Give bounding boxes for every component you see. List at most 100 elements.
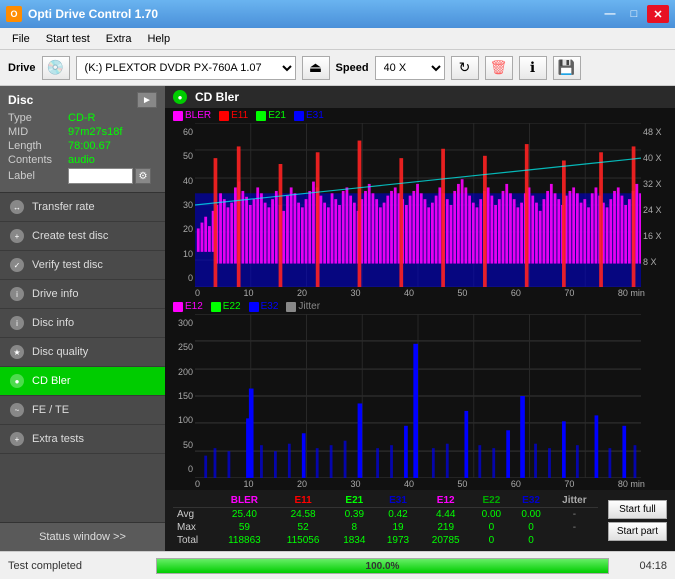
legend-e32-label: E32: [261, 301, 279, 312]
sidebar-item-label: CD Bler: [32, 375, 71, 387]
sidebar-item-label: Disc quality: [32, 346, 88, 358]
label-gear-btn[interactable]: ⚙: [135, 168, 151, 184]
save-button[interactable]: 💾: [553, 56, 581, 80]
col-e31: E31: [376, 494, 420, 508]
disc-contents-row: Contents audio: [8, 154, 157, 166]
menu-start-test[interactable]: Start test: [38, 31, 98, 47]
max-bler: 59: [215, 521, 274, 534]
title-bar: O Opti Drive Control 1.70 — □ ✕: [0, 0, 675, 28]
chart-header: ● CD Bler: [165, 86, 675, 108]
sidebar-item-label: Create test disc: [32, 230, 108, 242]
total-jitter: [551, 534, 598, 547]
progress-bar-container: 100.0%: [156, 558, 609, 574]
disc-contents-value: audio: [68, 154, 95, 166]
elapsed-time: 04:18: [617, 560, 667, 572]
stats-with-buttons: BLER E11 E21 E31 E12 E22 E32 Jitter Avg: [173, 494, 667, 547]
col-e12: E12: [420, 494, 472, 508]
disc-mid-value: 97m27s18f: [68, 126, 122, 138]
eject-button[interactable]: ⏏: [302, 56, 330, 80]
legend-e22-label: E22: [223, 301, 241, 312]
menu-help[interactable]: Help: [139, 31, 178, 47]
sidebar-item-fe-te[interactable]: ~ FE / TE: [0, 396, 165, 425]
start-full-button[interactable]: Start full: [608, 500, 667, 519]
speed-select[interactable]: 40 X: [375, 56, 445, 80]
app-title: Opti Drive Control 1.70: [28, 7, 158, 21]
sidebar-item-disc-info[interactable]: i Disc info: [0, 309, 165, 338]
legend-jitter-label: Jitter: [298, 301, 320, 312]
speed-label: Speed: [336, 62, 369, 74]
avg-e12: 4.44: [420, 508, 472, 522]
sidebar-item-disc-quality[interactable]: ★ Disc quality: [0, 338, 165, 367]
max-e32: 0: [511, 521, 551, 534]
maximize-button[interactable]: □: [623, 5, 645, 23]
top-chart-svg: [195, 123, 641, 287]
sidebar-item-create-test-disc[interactable]: + Create test disc: [0, 222, 165, 251]
status-bar: Test completed 100.0% 04:18: [0, 551, 675, 579]
start-part-button[interactable]: Start part: [608, 522, 667, 541]
drive-info-icon: i: [10, 287, 24, 301]
legend-e31: E31: [294, 110, 324, 121]
menu-bar: File Start test Extra Help: [0, 28, 675, 50]
legend-jitter-dot: [286, 302, 296, 312]
sidebar-item-transfer-rate[interactable]: ↔ Transfer rate: [0, 193, 165, 222]
disc-quality-icon: ★: [10, 345, 24, 359]
disc-header: Disc ►: [8, 92, 157, 108]
bottom-chart-svg: [195, 314, 641, 478]
transfer-rate-icon: ↔: [10, 200, 24, 214]
legend-e31-dot: [294, 111, 304, 121]
disc-label-key: Label: [8, 170, 68, 182]
menu-extra[interactable]: Extra: [98, 31, 140, 47]
disc-label-input[interactable]: [68, 168, 133, 184]
col-empty: [173, 494, 215, 508]
sidebar-item-drive-info[interactable]: i Drive info: [0, 280, 165, 309]
sidebar-item-extra-tests[interactable]: + Extra tests: [0, 425, 165, 454]
max-jitter: -: [551, 521, 598, 534]
disc-section: Disc ► Type CD-R MID 97m27s18f Length 78…: [0, 86, 165, 193]
refresh-button[interactable]: ↻: [451, 56, 479, 80]
bottom-chart-main: [195, 314, 641, 478]
stats-avg-row: Avg 25.40 24.58 0.39 0.42 4.44 0.00 0.00…: [173, 508, 598, 522]
extra-tests-icon: +: [10, 432, 24, 446]
chart-title-icon: ●: [173, 90, 187, 104]
menu-file[interactable]: File: [4, 31, 38, 47]
legend-e22-dot: [211, 302, 221, 312]
top-right-axis: 48 X 40 X 32 X 24 X 16 X 8 X: [641, 123, 675, 287]
sidebar-item-label: FE / TE: [32, 404, 69, 416]
legend-e32: E32: [249, 301, 279, 312]
disc-label-row: Label ⚙: [8, 168, 157, 184]
verify-test-icon: ✓: [10, 258, 24, 272]
disc-type-key: Type: [8, 112, 68, 124]
disc-mid-key: MID: [8, 126, 68, 138]
disc-info-icon: i: [10, 316, 24, 330]
disc-expand-btn[interactable]: ►: [137, 92, 157, 108]
total-e11: 115056: [274, 534, 333, 547]
status-window-button[interactable]: Status window >>: [0, 522, 165, 551]
erase-button[interactable]: 🗑: [485, 56, 513, 80]
action-buttons: Start full Start part: [608, 500, 667, 541]
top-y-axis: 60 50 40 30 20 10 0: [165, 123, 195, 287]
drive-icon-btn[interactable]: 💿: [42, 56, 70, 80]
drive-select[interactable]: (K:) PLEXTOR DVDR PX-760A 1.07: [76, 56, 296, 80]
app-icon: O: [6, 6, 22, 22]
col-e21: E21: [332, 494, 376, 508]
stats-max-row: Max 59 52 8 19 219 0 0 -: [173, 521, 598, 534]
disc-contents-key: Contents: [8, 154, 68, 166]
total-e32: 0: [511, 534, 551, 547]
sidebar-item-verify-test-disc[interactable]: ✓ Verify test disc: [0, 251, 165, 280]
sidebar-item-cd-bler[interactable]: ● CD Bler: [0, 367, 165, 396]
drive-label: Drive: [8, 62, 36, 74]
chart-title: CD Bler: [195, 90, 239, 104]
top-chart-container: 60 50 40 30 20 10 0: [165, 123, 675, 287]
avg-e21: 0.39: [332, 508, 376, 522]
disc-title: Disc: [8, 93, 33, 107]
legend-e12-label: E12: [185, 301, 203, 312]
stats-table: BLER E11 E21 E31 E12 E22 E32 Jitter Avg: [173, 494, 598, 547]
close-button[interactable]: ✕: [647, 5, 669, 23]
legend-e21: E21: [256, 110, 286, 121]
max-e31: 19: [376, 521, 420, 534]
bottom-chart-container: 300 250 200 150 100 50 0: [165, 314, 675, 478]
bottom-right-axis: [641, 314, 675, 478]
minimize-button[interactable]: —: [599, 5, 621, 23]
info-button[interactable]: ℹ: [519, 56, 547, 80]
max-e22: 0: [472, 521, 512, 534]
